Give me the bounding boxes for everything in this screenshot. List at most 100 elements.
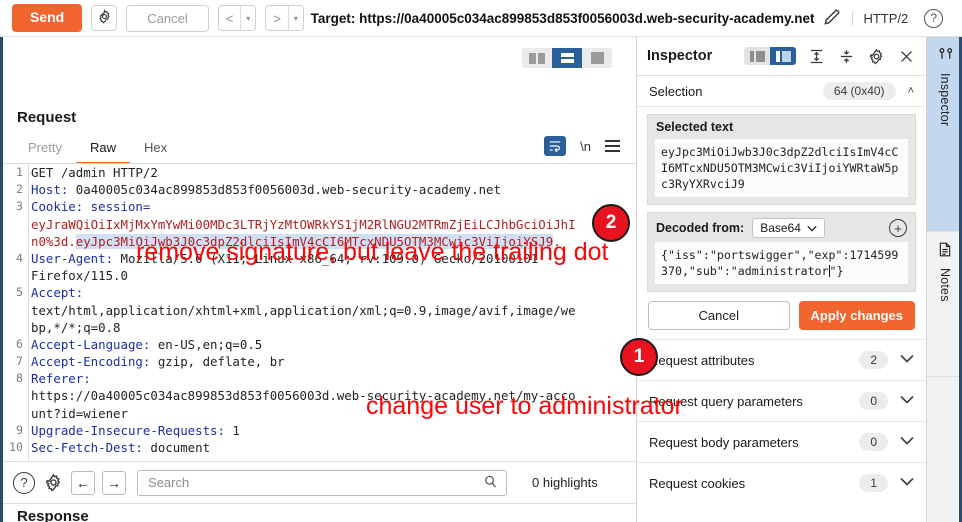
history-back-button[interactable]: < <box>219 6 241 30</box>
layout-side-by-side-button[interactable] <box>522 48 552 68</box>
annotation-badge-2: 2 <box>592 204 630 242</box>
code-line-jwt-payload: n0%3d.eyJpc3MiOiJwb3J0c3dpZ2dlciIsImV4cC… <box>31 233 636 250</box>
inspector-layout-right-button[interactable] <box>770 47 796 65</box>
section-label: Request query parameters <box>649 393 803 409</box>
layout-wide-icon <box>590 52 604 64</box>
chevron-up-icon[interactable]: ˄ <box>908 85 914 97</box>
header-key: User-Agent: <box>31 250 114 266</box>
code-line: bp,*/*;q=0.8 <box>31 319 636 336</box>
header-key: Cookie: <box>31 199 84 215</box>
line-number: 1 <box>16 165 23 179</box>
history-forward-group[interactable]: > ▾ <box>265 5 304 31</box>
history-back-caret-icon[interactable]: ▾ <box>241 6 255 30</box>
code-text: Firefox/115.0 <box>31 268 128 284</box>
chevron-down-icon[interactable] <box>900 477 914 489</box>
code-line: Referer: <box>31 370 636 387</box>
history-forward-button[interactable]: > <box>266 6 288 30</box>
line-number <box>3 319 28 336</box>
divider <box>3 503 636 504</box>
notes-document-icon <box>937 241 953 261</box>
code-text: document <box>142 440 211 455</box>
decoded-json-tail: "} <box>829 264 844 278</box>
request-title: Request <box>17 109 77 126</box>
jwt-header-text: eyJraWQiOiIxMjMxYmYwMi00MDc3LTRjYzMtOW <box>31 216 315 232</box>
pencil-icon[interactable] <box>822 7 842 30</box>
hamburger-menu-icon[interactable] <box>605 140 620 152</box>
chevron-down-icon[interactable] <box>900 436 914 448</box>
close-icon[interactable] <box>896 46 916 66</box>
search-field[interactable] <box>137 469 507 496</box>
search-input[interactable] <box>146 474 483 491</box>
encoding-selected-value: Base64 <box>760 221 801 235</box>
layout-bar-icon <box>560 59 574 63</box>
jwt-header-tail: n0%3d. <box>31 233 76 249</box>
chevron-down-icon[interactable] <box>900 395 914 407</box>
plus-circle-icon[interactable]: + <box>889 219 907 237</box>
code-text: bp,*/*;q=0.8 <box>31 319 121 335</box>
question-mark-icon[interactable]: ? <box>13 471 35 494</box>
target-area: Target: https://0a40005c034ac899853d853f… <box>304 7 950 30</box>
cancel-button[interactable]: Cancel <box>648 301 790 330</box>
decoded-text-value[interactable]: {"iss":"portswigger","exp":1714599370,"s… <box>655 242 908 284</box>
inspector-action-row: Cancel Apply changes <box>637 292 926 339</box>
layout-stacked-button[interactable] <box>552 48 582 68</box>
line-number: 6 <box>16 336 23 351</box>
code-line: https://0a40005c034ac899853d853f0056003d… <box>31 387 636 404</box>
arrow-left-icon[interactable]: ← <box>71 470 95 495</box>
encoding-select[interactable]: Base64 <box>752 218 825 238</box>
line-number: 8 <box>16 371 23 386</box>
line-number <box>3 216 28 233</box>
chevron-down-icon[interactable] <box>900 354 914 366</box>
line-number-gutter: 1 2 3 4 5 6 7 8 9 10 <box>3 164 29 461</box>
layout-bar-icon <box>781 50 791 62</box>
inspector-selection-row[interactable]: Selection 64 (0x40) ˄ <box>637 76 926 107</box>
decoded-json: {"iss":"portswigger","exp":1714599370,"s… <box>661 248 899 278</box>
inspector-layout-left-button[interactable] <box>744 47 770 65</box>
search-icon[interactable] <box>483 474 498 492</box>
selected-text-box: Selected text eyJpc3MiOiJwb3J0c3dpZ2dlci… <box>647 114 916 205</box>
history-back-group[interactable]: < ▾ <box>217 5 257 31</box>
arrow-right-icon[interactable]: → <box>102 470 126 495</box>
tab-request-raw[interactable]: Raw <box>75 136 130 165</box>
request-editor[interactable]: 1 2 3 4 5 6 7 8 9 10 GET /admin HTTP/2 H… <box>3 164 636 461</box>
code-text: Mozilla/5.0 (X11; Linux x86_64; rv:109.0… <box>113 250 539 266</box>
inspector-layout-toggle[interactable] <box>744 47 796 65</box>
gear-icon[interactable] <box>42 472 64 494</box>
response-title: Response <box>17 508 89 522</box>
sidebar-item-notes[interactable]: Notes <box>927 232 962 377</box>
section-count-badge: 2 <box>859 351 888 369</box>
selection-label: Selection <box>649 83 703 99</box>
code-line: Cookie: session= <box>31 198 636 215</box>
jwt-payload-selected[interactable]: eyJpc3MiOiJwb3J0c3dpZ2dlciIsImV4cCI6MTcx… <box>75 233 554 249</box>
sidebar-item-inspector[interactable]: Inspector <box>927 37 962 232</box>
highlights-count: 0 highlights <box>532 475 598 490</box>
section-request-query-parameters[interactable]: Request query parameters 0 <box>637 380 926 421</box>
collapse-all-icon[interactable] <box>836 46 856 66</box>
tab-request-hex[interactable]: Hex <box>130 136 181 165</box>
chevron-down-icon <box>807 221 817 235</box>
tab-request-pretty[interactable]: Pretty <box>14 136 76 165</box>
code-text: unt?id=wiener <box>31 405 128 421</box>
selected-text-value[interactable]: eyJpc3MiOiJwb3J0c3dpZ2dlciIsImV4cCI6MTcx… <box>655 139 908 197</box>
section-request-cookies[interactable]: Request cookies 1 <box>637 462 926 503</box>
layout-single-button[interactable] <box>582 48 612 68</box>
top-toolbar: Send Cancel < ▾ > ▾ Target: https://0a40… <box>0 0 962 37</box>
inspector-panel: Inspector Selection 64 (0x40) ˄ Selected… <box>636 37 926 522</box>
cancel-button-top[interactable]: Cancel <box>126 4 209 32</box>
expand-all-icon[interactable] <box>806 46 826 66</box>
history-forward-caret-icon[interactable]: ▾ <box>289 6 303 30</box>
request-settings-button[interactable] <box>91 5 118 31</box>
word-wrap-icon[interactable] <box>544 136 567 156</box>
section-request-attributes[interactable]: Request attributes 2 <box>637 339 926 380</box>
apply-changes-button[interactable]: Apply changes <box>798 301 915 330</box>
inspector-title: Inspector <box>647 48 713 64</box>
help-icon[interactable]: ? <box>924 8 944 28</box>
line-number <box>3 405 28 422</box>
gear-icon[interactable] <box>866 46 886 66</box>
send-button[interactable]: Send <box>12 4 83 32</box>
header-key: Accept-Language: <box>31 336 151 352</box>
section-count-badge: 0 <box>859 433 888 451</box>
layout-toggle-group[interactable] <box>522 48 612 68</box>
show-newlines-button[interactable]: \n <box>580 139 591 154</box>
section-request-body-parameters[interactable]: Request body parameters 0 <box>637 421 926 462</box>
